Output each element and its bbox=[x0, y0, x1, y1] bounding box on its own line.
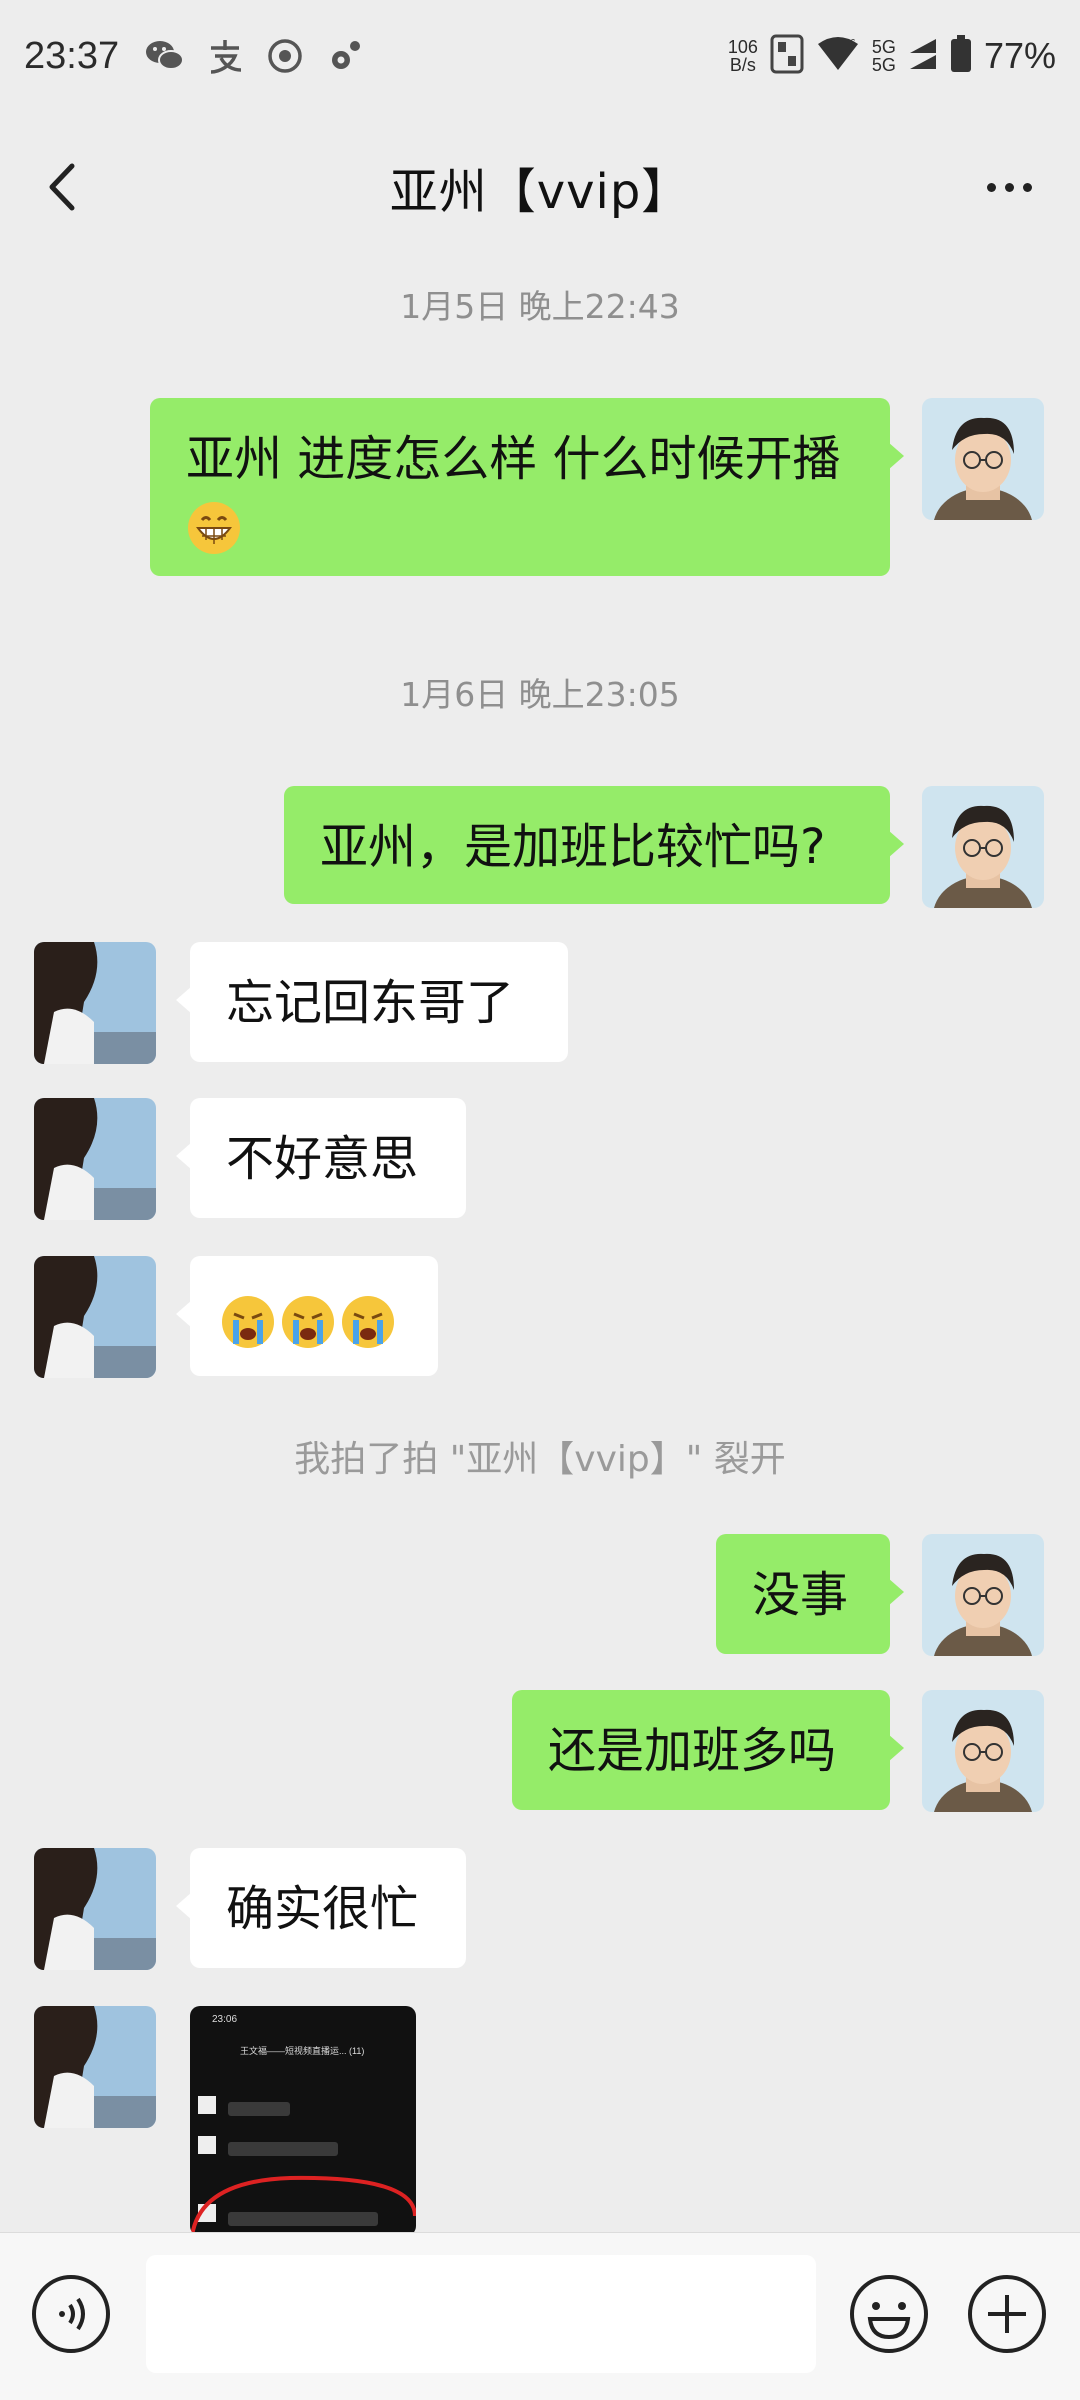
pat-notice: 我拍了拍 "亚州【vvip】" 裂开 bbox=[294, 1439, 786, 1480]
record-icon bbox=[261, 32, 309, 80]
message-text: 忘记回东哥了 bbox=[226, 975, 515, 1031]
avatar-contact[interactable] bbox=[34, 2006, 156, 2128]
voice-icon bbox=[32, 2275, 110, 2353]
voice-button[interactable] bbox=[30, 2273, 112, 2355]
timestamp: 1月6日 晚上23:05 bbox=[400, 675, 680, 714]
message-bubble-sent[interactable]: 亚州，是加班比较忙吗? bbox=[284, 786, 904, 904]
battery-percent: 77% bbox=[983, 35, 1056, 76]
message-bubble-received[interactable] bbox=[176, 1256, 438, 1376]
message-text: 亚州 进度怎么样 什么时候开播 bbox=[186, 431, 841, 487]
message-text: 还是加班多吗 bbox=[548, 1723, 837, 1779]
avatar-me[interactable] bbox=[922, 1690, 1044, 1812]
net-speed-value: 106 bbox=[727, 37, 758, 57]
message-text: 不好意思 bbox=[226, 1131, 419, 1187]
net-speed: 106 B/s bbox=[728, 38, 758, 74]
signal-icon bbox=[908, 37, 938, 76]
thumb-content bbox=[190, 2096, 416, 2236]
message-bubble-sent[interactable]: 没事 bbox=[716, 1534, 904, 1654]
crying-face-icon bbox=[282, 1296, 334, 1348]
nfc-icon bbox=[770, 34, 804, 79]
avatar-contact[interactable] bbox=[34, 942, 156, 1064]
plus-button[interactable] bbox=[966, 2273, 1048, 2355]
more-dots-icon bbox=[986, 182, 996, 192]
timestamp: 1月5日 晚上22:43 bbox=[400, 287, 680, 326]
avatar-contact[interactable] bbox=[34, 1098, 156, 1220]
avatar-me[interactable] bbox=[922, 786, 1044, 908]
svg-text:6: 6 bbox=[850, 38, 856, 49]
back-button[interactable] bbox=[36, 152, 96, 222]
signal-top-label: 5G bbox=[871, 37, 896, 57]
avatar-me[interactable] bbox=[922, 1534, 1044, 1656]
signal-labels: 5G 5G bbox=[872, 38, 896, 74]
battery-icon bbox=[950, 34, 972, 78]
settings-icon bbox=[321, 32, 369, 80]
more-button[interactable] bbox=[974, 152, 1044, 222]
avatar-contact[interactable] bbox=[34, 1256, 156, 1378]
avatar-me[interactable] bbox=[922, 398, 1044, 520]
message-text: 没事 bbox=[752, 1567, 849, 1623]
message-text: 确实很忙 bbox=[226, 1881, 419, 1937]
wechat-icon bbox=[141, 32, 189, 80]
net-speed-unit: B/s bbox=[729, 55, 756, 75]
page-title: 亚州【vvip】 bbox=[389, 164, 691, 220]
status-bar: 23:37 106 B/s 6 5G 5G 77% bbox=[0, 0, 1080, 112]
message-input[interactable] bbox=[146, 2255, 816, 2373]
plus-circle-icon bbox=[968, 2275, 1046, 2353]
chat-header: 亚州【vvip】 bbox=[0, 112, 1080, 262]
status-time: 23:37 bbox=[24, 34, 120, 77]
signal-bottom-label: 5G bbox=[871, 55, 896, 75]
crying-face-icon bbox=[342, 1296, 394, 1348]
input-bar bbox=[0, 2232, 1080, 2400]
alipay-icon bbox=[201, 32, 249, 80]
crying-face-icon bbox=[222, 1296, 274, 1348]
emoji-icon bbox=[850, 2275, 928, 2353]
emoji-button[interactable] bbox=[848, 2273, 930, 2355]
message-bubble-sent[interactable]: 亚州 进度怎么样 什么时候开播 bbox=[150, 398, 904, 576]
status-right: 106 B/s 6 5G 5G 77% bbox=[728, 34, 1056, 79]
message-text: 亚州，是加班比较忙吗? bbox=[320, 819, 826, 875]
grinning-face-icon bbox=[188, 502, 240, 554]
message-bubble-received[interactable]: 确实很忙 bbox=[176, 1848, 466, 1968]
message-bubble-received[interactable]: 忘记回东哥了 bbox=[176, 942, 568, 1062]
message-bubble-sent[interactable]: 还是加班多吗 bbox=[512, 1690, 904, 1810]
chevron-left-icon bbox=[49, 163, 75, 211]
image-message[interactable]: 23:06 王文福——短视频直播运... (11) bbox=[190, 2006, 416, 2236]
avatar-contact[interactable] bbox=[34, 1848, 156, 1970]
message-bubble-received[interactable]: 不好意思 bbox=[176, 1098, 466, 1218]
wifi-icon: 6 bbox=[816, 36, 860, 77]
